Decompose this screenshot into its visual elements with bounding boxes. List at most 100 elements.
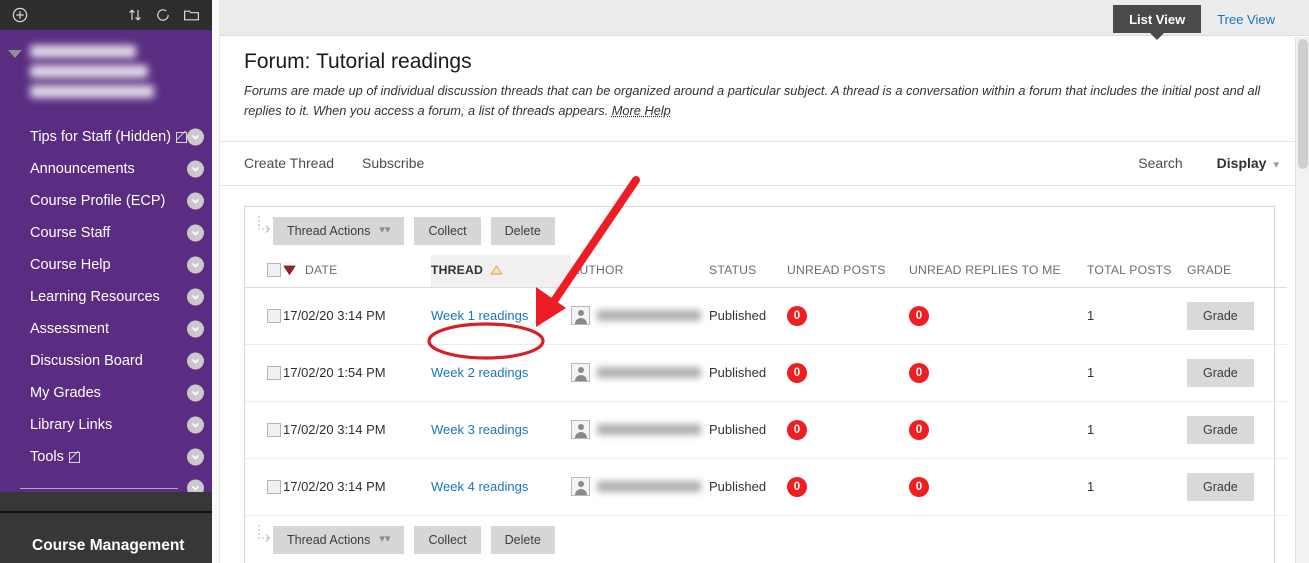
sort-descending-icon [283,265,296,276]
sidebar-item-announcements[interactable]: Announcements [0,153,212,185]
column-header-date[interactable]: DATE [283,254,431,288]
delete-button-bottom[interactable]: Delete [490,525,555,554]
column-header-thread[interactable]: THREAD [431,254,571,288]
chevron-down-icon[interactable] [187,128,204,146]
thread-link[interactable]: Week 1 readings [431,308,528,323]
thread-link[interactable]: Week 2 readings [431,365,528,380]
column-header-unread-replies[interactable]: UNREAD REPLIES TO ME [909,254,1087,288]
thread-link[interactable]: Week 4 readings [431,479,528,494]
row-checkbox[interactable] [267,479,281,494]
table-header-row: DATE THREAD AUTHOR STATUS UNREAD POSTS U… [245,254,1287,288]
course-management-section[interactable]: Course Management [0,511,212,563]
unread-replies-badge: 0 [909,419,929,440]
subscribe-button[interactable]: Subscribe [362,155,424,171]
table-row: 17/02/20 3:14 PM Week 3 readings Publish… [245,401,1287,459]
column-header-status[interactable]: STATUS [709,254,787,288]
select-all-checkbox[interactable] [267,262,281,277]
collect-button-top[interactable]: Collect [414,216,481,245]
author-name-blurred [597,367,701,379]
column-header-unread-posts[interactable]: UNREAD POSTS [787,254,909,288]
author-cell [571,306,709,326]
scrollbar-thumb[interactable] [1298,39,1308,169]
sidebar-gutter [212,0,220,563]
sidebar-item-my-grades[interactable]: My Grades [0,377,212,409]
sidebar-item-tips-for-staff[interactable]: Tips for Staff (Hidden) [0,121,212,153]
chevron-down-icon[interactable] [187,256,204,274]
tab-tree-view[interactable]: Tree View [1201,5,1291,33]
tab-list-view[interactable]: List View [1113,5,1202,33]
external-link-icon [68,451,80,463]
sidebar-item-learning-resources[interactable]: Learning Resources [0,281,212,313]
sidebar-item-course-staff[interactable]: Course Staff [0,217,212,249]
collect-button-bottom[interactable]: Collect [414,525,481,554]
sidebar-item-tools[interactable]: Tools [0,441,212,473]
sidebar-item-course-profile[interactable]: Course Profile (ECP) [0,185,212,217]
chevron-down-icon[interactable] [187,448,204,466]
row-checkbox[interactable] [267,308,281,323]
cell-unread-replies: 0 [909,458,1087,516]
cell-thread: Week 4 readings [431,458,571,516]
column-header-grade[interactable]: GRADE [1187,254,1287,288]
sidebar-item-library-links[interactable]: Library Links [0,409,212,441]
column-header-thread-label: THREAD [431,262,483,277]
cell-total-posts: 1 [1087,458,1187,516]
chevron-down-icon[interactable] [187,192,204,210]
grade-button[interactable]: Grade [1187,472,1254,501]
avatar [571,420,590,440]
column-header-author-label: AUTHOR [571,262,624,277]
thread-link[interactable]: Week 3 readings [431,422,528,437]
cell-unread-posts: 0 [787,344,909,402]
avatar [571,363,590,383]
sidebar-item-assessment[interactable]: Assessment [0,313,212,345]
thread-actions-label: Thread Actions [287,532,371,547]
view-toggle-bar: List View Tree View [220,0,1309,36]
row-checkbox[interactable] [267,365,281,380]
thread-actions-button-top[interactable]: Thread Actions ▾▾ [273,216,405,245]
add-circle-icon[interactable] [9,4,31,26]
sidebar-item-label: Tools [30,449,64,465]
main-scrollbar[interactable] [1295,37,1309,563]
chevron-down-icon[interactable] [187,352,204,370]
folder-icon[interactable] [180,4,202,26]
display-label: Display [1216,155,1267,172]
search-button[interactable]: Search [1138,155,1182,171]
author-cell [571,363,709,383]
delete-button-top[interactable]: Delete [490,216,555,245]
chevron-down-icon[interactable] [187,416,204,434]
column-header-total-posts[interactable]: TOTAL POSTS [1087,254,1187,288]
chevron-down-icon[interactable] [187,160,204,178]
unread-posts-badge: 0 [787,305,807,326]
chevron-down-icon[interactable] [187,384,204,402]
cell-status: Published [709,458,787,516]
table-row: 17/02/20 3:14 PM Week 1 readings Publish… [245,287,1287,345]
grade-button[interactable]: Grade [1187,358,1254,387]
author-name-blurred [597,310,701,322]
cell-thread: Week 2 readings [431,344,571,402]
grade-button[interactable]: Grade [1187,301,1254,330]
action-bar: Create Thread Subscribe Search Display ▾ [220,140,1309,186]
sidebar-item-discussion-board[interactable]: Discussion Board [0,345,212,377]
sidebar-item-course-help[interactable]: Course Help [0,249,212,281]
chevron-down-icon[interactable] [187,288,204,306]
display-dropdown[interactable]: Display ▾ [1217,155,1279,171]
more-help-link[interactable]: More Help [612,103,671,118]
sidebar-item-label: Course Help [30,257,111,273]
course-title-block [0,30,212,115]
cell-unread-replies: 0 [909,287,1087,345]
page-title: Forum: Tutorial readings [244,50,472,73]
reorder-icon[interactable] [124,4,146,26]
author-cell [571,420,709,440]
create-thread-button[interactable]: Create Thread [244,155,334,171]
row-checkbox[interactable] [267,422,281,437]
refresh-icon[interactable] [152,4,174,26]
cell-total-posts: 1 [1087,287,1187,345]
chevron-down-icon[interactable] [187,224,204,242]
chevron-down-icon[interactable] [187,320,204,338]
column-header-author[interactable]: AUTHOR [571,254,709,288]
threads-panel: Thread Actions ▾▾ Collect Delete DATE TH… [244,205,1287,563]
collapse-triangle-icon[interactable] [8,50,22,58]
cell-unread-posts: 0 [787,458,909,516]
thread-actions-button-bottom[interactable]: Thread Actions ▾▾ [273,525,405,554]
grade-button[interactable]: Grade [1187,415,1254,444]
sidebar-toolbar [0,0,212,30]
